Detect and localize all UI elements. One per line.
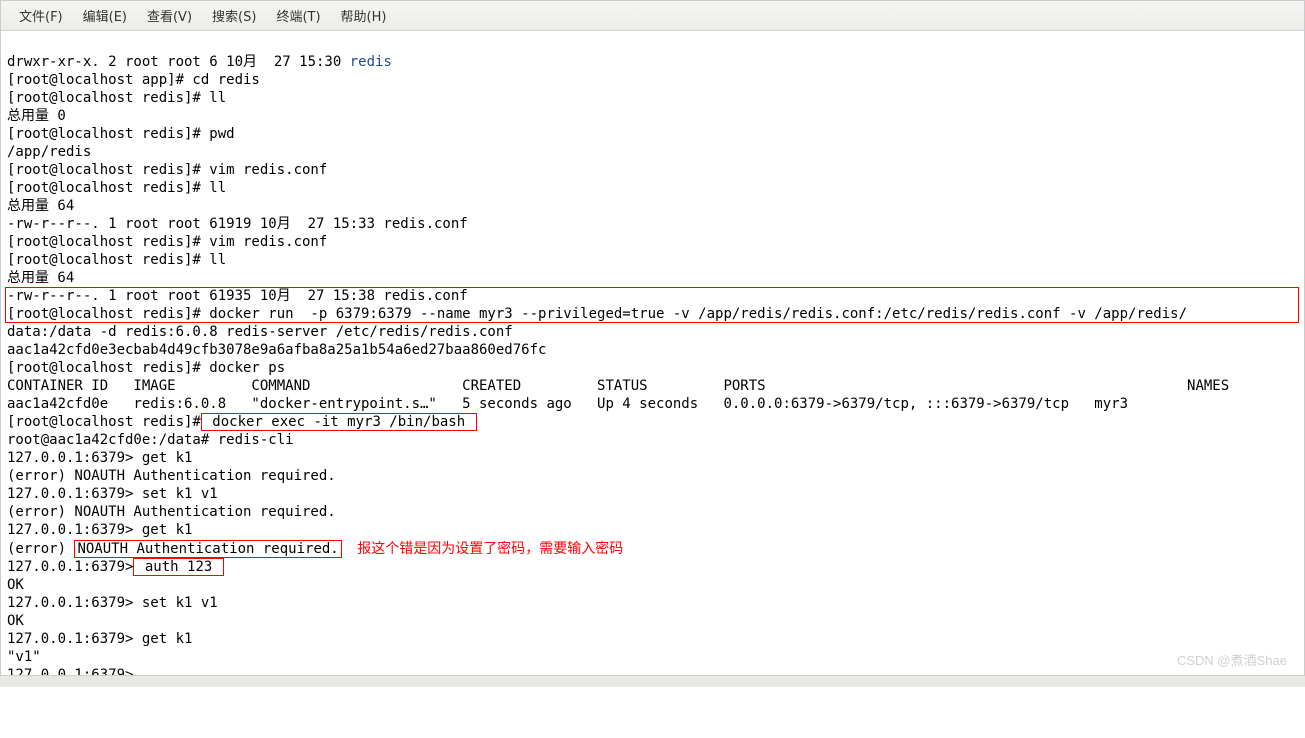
highlight-box: auth 123 <box>133 558 223 576</box>
terminal-line: 127.0.0.1:6379> set k1 v1 <box>7 595 218 611</box>
terminal-line: OK <box>7 613 24 629</box>
terminal-line: -rw-r--r--. 1 root root 61935 10月 27 15:… <box>7 288 468 304</box>
annotation-text: 报这个错是因为设置了密码，需要输入密码 <box>342 540 624 556</box>
terminal-line: OK <box>7 577 24 593</box>
terminal-line: [root@localhost redis]# docker exec -it … <box>7 413 477 431</box>
terminal-line: 127.0.0.1:6379> set k1 v1 <box>7 486 218 502</box>
terminal-line: [root@localhost redis]# ll <box>7 180 226 196</box>
terminal-line: [root@localhost redis]# vim redis.conf <box>7 234 327 250</box>
terminal-line: CONTAINER ID IMAGE COMMAND CREATED STATU… <box>7 378 1229 394</box>
terminal-line: (error) NOAUTH Authentication required. <box>7 468 336 484</box>
menu-edit[interactable]: 编辑(E) <box>73 4 137 27</box>
terminal-line: [root@localhost app]# cd redis <box>7 72 260 88</box>
highlight-box: docker exec -it myr3 /bin/bash <box>201 413 477 431</box>
terminal-line: 127.0.0.1:6379> auth 123 <box>7 558 224 576</box>
menu-help[interactable]: 帮助(H) <box>331 4 397 27</box>
dir-name: redis <box>350 54 392 70</box>
terminal-line: 总用量 0 <box>7 108 66 124</box>
terminal-window: 文件(F) 编辑(E) 查看(V) 搜索(S) 终端(T) 帮助(H) drwx… <box>0 0 1305 687</box>
terminal-line: [root@localhost redis]# ll <box>7 252 226 268</box>
terminal-line: [root@localhost redis]# docker run -p 63… <box>7 306 1187 322</box>
terminal-line: [root@localhost redis]# vim redis.conf <box>7 162 327 178</box>
terminal-line: "v1" <box>7 649 41 665</box>
menubar: 文件(F) 编辑(E) 查看(V) 搜索(S) 终端(T) 帮助(H) <box>1 1 1304 31</box>
terminal-line: [root@localhost redis]# docker ps <box>7 360 285 376</box>
terminal-line: [root@localhost redis]# ll <box>7 90 226 106</box>
terminal-line: [root@localhost redis]# pwd <box>7 126 235 142</box>
terminal-line: -rw-r--r--. 1 root root 61919 10月 27 15:… <box>7 216 468 232</box>
terminal-line: (error) NOAUTH Authentication required. … <box>7 541 623 557</box>
statusbar <box>0 675 1305 687</box>
terminal-line: root@aac1a42cfd0e:/data# redis-cli <box>7 432 294 448</box>
terminal-line: drwxr-xr-x. 2 root root 6 10月 27 15:30 r… <box>7 54 392 70</box>
menu-search[interactable]: 搜索(S) <box>202 4 266 27</box>
terminal-line: 127.0.0.1:6379> get k1 <box>7 631 192 647</box>
terminal-line: data:/data -d redis:6.0.8 redis-server /… <box>7 324 513 340</box>
terminal-line: 127.0.0.1:6379> get k1 <box>7 450 192 466</box>
menu-terminal[interactable]: 终端(T) <box>266 4 330 27</box>
highlight-box: NOAUTH Authentication required. <box>74 540 341 558</box>
terminal-line: 总用量 64 <box>7 270 74 286</box>
terminal-line: 总用量 64 <box>7 198 74 214</box>
terminal-output[interactable]: drwxr-xr-x. 2 root root 6 10月 27 15:30 r… <box>1 31 1304 738</box>
menu-view[interactable]: 查看(V) <box>137 4 202 27</box>
terminal-line: aac1a42cfd0e redis:6.0.8 "docker-entrypo… <box>7 396 1128 412</box>
terminal-line: (error) NOAUTH Authentication required. <box>7 504 336 520</box>
menu-file[interactable]: 文件(F) <box>9 4 73 27</box>
terminal-line: 127.0.0.1:6379> get k1 <box>7 522 192 538</box>
terminal-line: /app/redis <box>7 144 91 160</box>
terminal-line: aac1a42cfd0e3ecbab4d49cfb3078e9a6afba8a2… <box>7 342 546 358</box>
